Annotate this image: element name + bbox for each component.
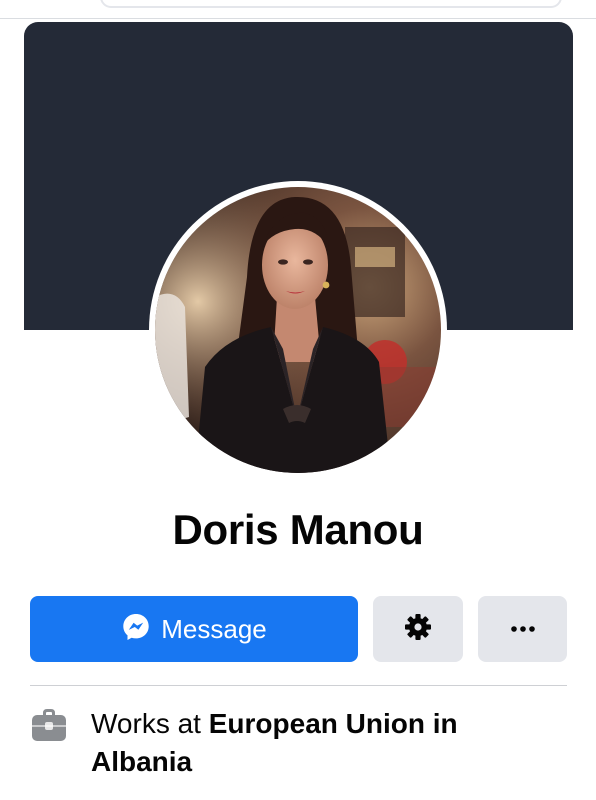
profile-name: Doris Manou	[172, 506, 424, 553]
message-button[interactable]: Message	[30, 596, 358, 662]
work-info-text: Works at European Union in Albania	[91, 705, 561, 781]
briefcase-icon	[30, 707, 68, 743]
more-horizontal-icon	[510, 620, 536, 638]
search-bar[interactable]	[100, 0, 562, 8]
profile-picture-frame[interactable]	[149, 181, 447, 479]
work-prefix: Works at	[91, 708, 209, 739]
settings-button[interactable]	[373, 596, 463, 662]
header-divider	[0, 18, 596, 19]
section-divider	[30, 685, 567, 686]
gear-icon	[403, 612, 433, 647]
more-options-button[interactable]	[478, 596, 567, 662]
profile-picture[interactable]	[155, 187, 441, 473]
message-button-label: Message	[161, 613, 267, 644]
messenger-icon	[121, 612, 151, 647]
